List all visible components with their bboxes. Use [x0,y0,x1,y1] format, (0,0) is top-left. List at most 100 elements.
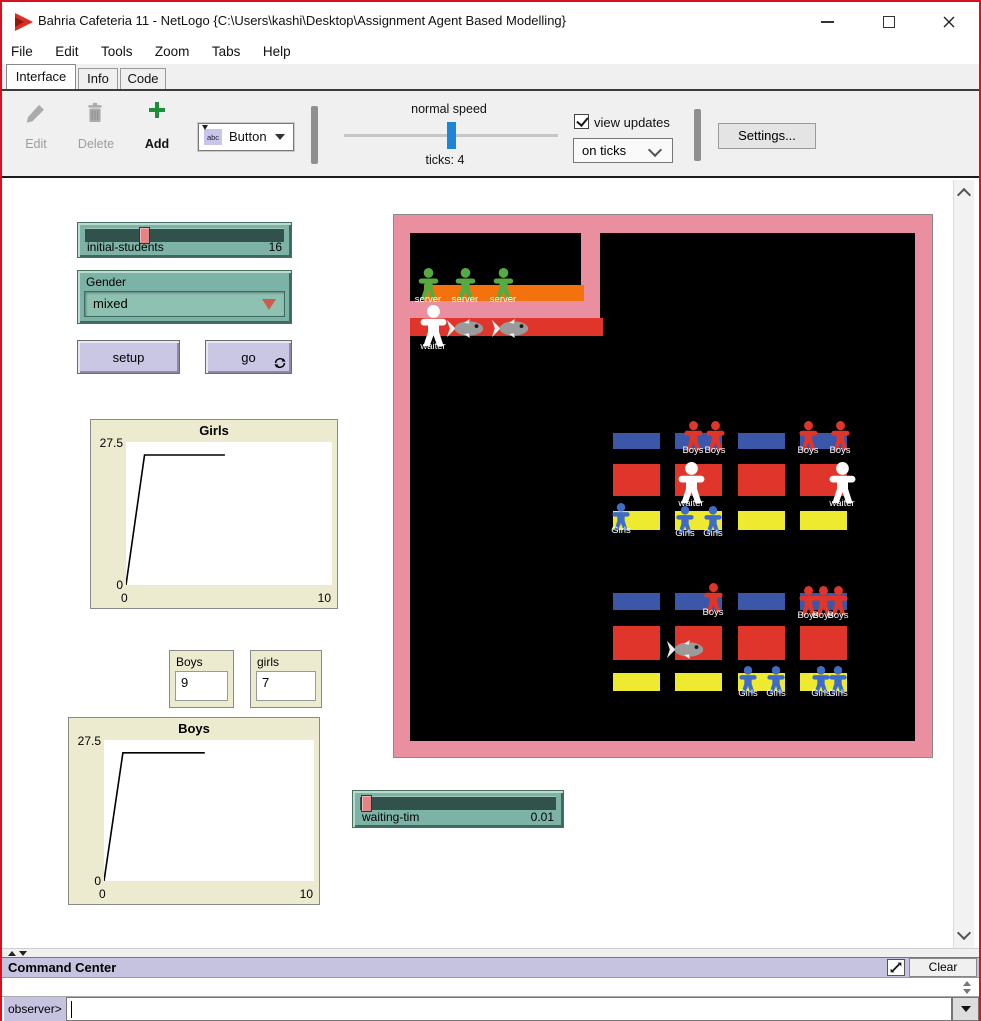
menu-edit[interactable]: Edit [46,40,87,59]
monitor-label: girls [257,655,279,669]
agent-label: Boys [663,607,763,618]
close-button[interactable] [934,10,964,34]
netlogo-window: Bahria Cafeteria 11 - NetLogo {C:\Users\… [0,0,981,1021]
toolbar-separator [694,109,701,161]
chooser-value: mixed [93,296,128,311]
edit-pencil-icon[interactable] [26,103,46,125]
chevron-down-icon [648,143,662,157]
widget-type-selected: Button [229,129,267,144]
vertical-scrollbar[interactable] [953,180,974,948]
delete-button-label[interactable]: Delete [70,137,122,151]
gender-chooser[interactable]: Gender mixed [77,270,292,324]
output-scroll-down-icon[interactable] [963,989,971,994]
command-center-splitter[interactable] [2,948,979,957]
minimize-button[interactable] [812,10,842,34]
agent-label: waiter [383,341,483,352]
chooser-dropdown-icon [262,299,276,310]
scroll-up-icon[interactable] [957,188,971,202]
slider-label: initial-students [87,240,164,254]
go-button[interactable]: go [205,340,292,374]
plot-title: Girls [91,423,337,438]
menu-tabs[interactable]: Tabs [203,40,250,59]
fish-agent [666,639,706,660]
girls-plot: Girls 27.5 0 0 10 [90,419,338,609]
command-center-header: Command Center [2,957,979,978]
splitter-up-icon[interactable] [8,951,16,956]
widget-type-dropdown[interactable]: abc Button [198,123,294,151]
tab-interface[interactable]: Interface [6,64,76,89]
observer-prompt: observer> [4,997,66,1021]
command-input[interactable] [66,997,952,1021]
menu-file[interactable]: File [2,40,42,59]
world-view[interactable]: serverserverserverwaiterBoysBoysBoysBoys… [393,214,933,758]
settings-button[interactable]: Settings... [718,123,816,149]
clear-button[interactable]: Clear [909,958,977,977]
monitor-value: 7 [262,675,269,690]
agent-label: Boys [665,445,765,456]
delete-trash-icon[interactable] [86,101,104,125]
y-axis-max: 27.5 [69,734,101,748]
interface-toolbar: Edit Delete Add abc Button normal speed … [2,91,979,178]
menu-tools[interactable]: Tools [92,40,142,59]
initial-students-slider[interactable]: initial-students 16 [77,222,292,258]
table-red [800,626,847,660]
netlogo-logo-icon [13,11,35,33]
slider-value: 0.01 [531,810,554,824]
menu-zoom[interactable]: Zoom [146,40,199,59]
view-updates-label: view updates [594,115,684,130]
tab-info[interactable]: Info [78,68,118,89]
forever-icon [274,357,286,369]
tick-counter: ticks: 4 [400,153,490,167]
chooser-label: Gender [86,275,126,289]
monitor-value-box: 7 [256,671,316,701]
y-axis-min: 0 [69,874,101,888]
toolbar-separator [311,106,318,164]
view-updates-checkbox[interactable] [574,114,589,129]
add-plus-icon[interactable] [148,101,166,119]
table-yellow [800,511,847,530]
button-widget-icon: abc [204,129,222,145]
chooser-box[interactable]: mixed [84,291,285,317]
dropdown-arrow-icon [961,1006,971,1012]
table-red [613,464,660,496]
tab-code[interactable]: Code [120,68,166,89]
agent-label: waiter [792,498,892,509]
y-axis-min: 0 [91,578,123,592]
scroll-down-icon[interactable] [957,926,971,940]
agent-label: Girls [663,528,763,539]
update-mode-dropdown[interactable]: on ticks [573,138,673,163]
girls-monitor: girls 7 [250,650,322,708]
menu-help[interactable]: Help [254,40,300,59]
monitor-value: 9 [181,675,188,690]
output-scroll-up-icon[interactable] [963,981,971,986]
table-red [613,626,660,660]
add-button-label[interactable]: Add [136,137,178,151]
setup-button[interactable]: setup [77,340,180,374]
tab-bar: Interface Info Code [2,64,979,91]
slider-value: 16 [269,240,282,254]
plot-title: Boys [69,721,319,736]
boys-monitor: Boys 9 [169,650,234,708]
checkmark-icon [576,114,588,127]
speed-slider[interactable] [344,134,558,137]
maximize-button[interactable] [874,10,904,34]
slider-groove[interactable] [360,796,556,810]
agent-label: Girls [788,688,888,699]
edit-button-label[interactable]: Edit [14,137,58,151]
speed-slider-thumb[interactable] [447,122,456,149]
waiting-time-slider[interactable]: waiting-tim 0.01 [352,790,564,828]
agent-label: Boys [788,610,888,621]
text-caret [71,1001,72,1018]
command-history-dropdown[interactable] [952,997,979,1021]
command-center-output[interactable] [2,978,979,997]
world-canvas: serverserverserverwaiterBoysBoysBoysBoys… [394,215,932,757]
command-center-title: Command Center [8,960,116,975]
command-center-expand-button[interactable] [887,959,905,976]
table-blue [613,593,660,610]
monitor-label: Boys [176,655,203,669]
table-yellow [613,673,660,691]
agent-label: Boys [790,445,890,456]
splitter-down-icon[interactable] [19,951,27,956]
plot-area [104,740,314,881]
menu-bar: File Edit Tools Zoom Tabs Help [2,40,979,64]
